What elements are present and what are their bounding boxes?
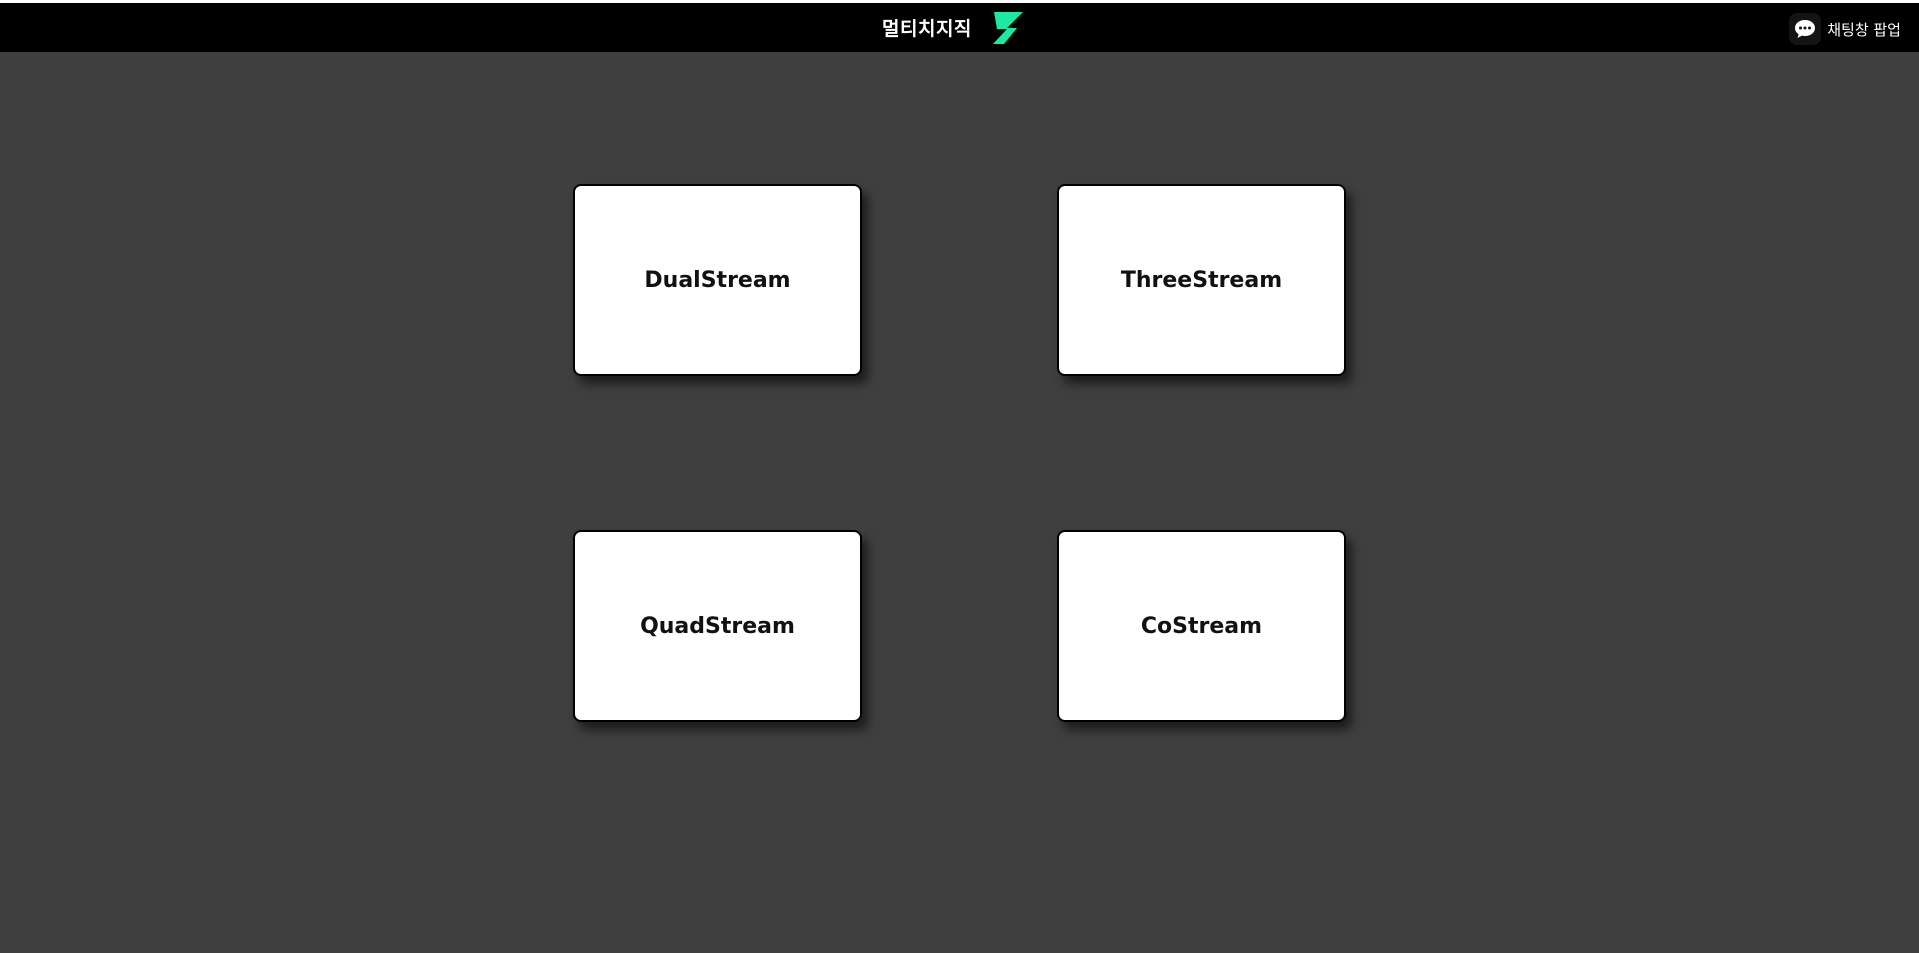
chat-popup-label: 채팅창 팝업 <box>1827 20 1901 39</box>
chzzk-logo-icon <box>992 11 1023 44</box>
card-label: QuadStream <box>640 613 795 639</box>
card-label: ThreeStream <box>1120 267 1283 293</box>
card-label: CoStream <box>1140 613 1263 639</box>
dualstream-card[interactable]: DualStream <box>573 184 862 376</box>
chat-bubble-icon <box>1795 20 1816 38</box>
threestream-card[interactable]: ThreeStream <box>1057 184 1346 376</box>
chat-popup-button[interactable]: 채팅창 팝업 <box>1789 13 1901 45</box>
quadstream-card[interactable]: QuadStream <box>573 530 862 722</box>
chat-icon-container <box>1789 13 1822 45</box>
brand[interactable]: 멀티치지직 <box>882 3 1026 52</box>
app-title: 멀티치지직 <box>882 18 972 40</box>
costream-card[interactable]: CoStream <box>1057 530 1346 722</box>
app-header: 멀티치지직 채팅창 팝업 <box>0 3 1919 52</box>
card-label: DualStream <box>644 267 791 293</box>
